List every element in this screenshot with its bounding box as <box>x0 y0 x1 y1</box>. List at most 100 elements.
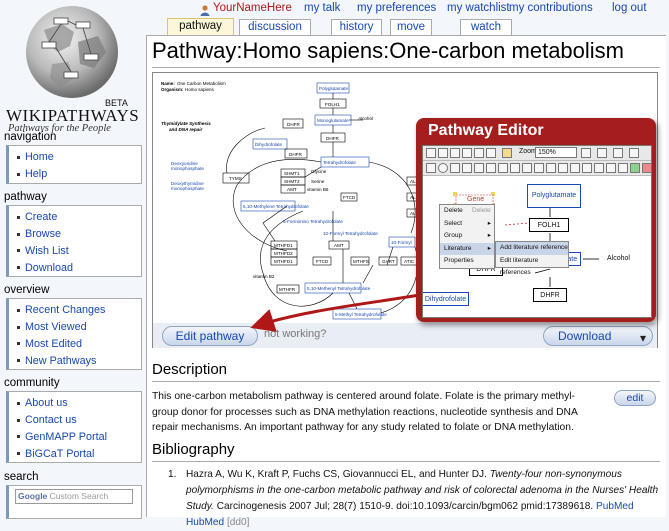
wikipathways-logo[interactable]: BETA WIKIPATHWAYS Pathways for the Peopl… <box>4 2 144 134</box>
tag-tool-icon[interactable] <box>606 163 616 173</box>
save-icon[interactable] <box>426 148 436 158</box>
personal-user-link[interactable]: YourNameHere <box>213 2 292 14</box>
cut-icon[interactable] <box>450 148 460 158</box>
rectangle-tool-icon[interactable] <box>426 163 436 173</box>
tab-pathway[interactable]: pathway <box>167 18 234 36</box>
sidebar-item-recent-changes[interactable]: Recent Changes <box>15 302 141 319</box>
sidebar-item-create[interactable]: Create <box>15 209 141 226</box>
pathway-tool-icon[interactable] <box>582 163 592 173</box>
ok-icon[interactable] <box>630 163 640 173</box>
ellipse-tool-icon[interactable] <box>438 163 448 173</box>
sidebar-item-download[interactable]: Download <box>15 259 141 276</box>
connector-tool-icon[interactable] <box>534 163 544 173</box>
pencil-icon[interactable] <box>502 148 512 158</box>
copy-icon[interactable] <box>462 148 472 158</box>
personal-log-out[interactable]: log out <box>612 2 647 14</box>
group-tool-icon[interactable] <box>594 163 604 173</box>
sync-icon[interactable] <box>618 163 628 173</box>
menu-item-add-literature[interactable]: Add literature reference <box>496 242 568 255</box>
tab-history[interactable]: history <box>331 19 382 35</box>
edit-pathway-button[interactable]: Edit pathway <box>162 326 258 346</box>
align-icon[interactable] <box>597 148 607 158</box>
sidebar-item-home[interactable]: Home <box>15 149 141 166</box>
sidebar-item-about-us[interactable]: About us <box>15 395 141 412</box>
sidebar-item-most-edited[interactable]: Most Edited <box>15 336 141 353</box>
pathway-editor-window: Zoom: 150% Gene Polyglutamate FOLH1 Alco… <box>422 145 652 318</box>
arrow-tool-icon[interactable] <box>462 163 472 173</box>
bibliography-tag: [dd0] <box>226 517 250 528</box>
line-tool-icon[interactable] <box>450 163 460 173</box>
cancel-icon[interactable] <box>642 163 651 173</box>
cell-tool-icon[interactable] <box>558 163 568 173</box>
mito-tool-icon[interactable] <box>570 163 580 173</box>
diagram-label-mthfd1-2: MTHFD1 <box>274 259 293 264</box>
sidebar-item-genmapp-portal[interactable]: GenMAPP Portal <box>15 429 141 446</box>
menu-item-delete[interactable]: Delete Delete <box>440 205 494 218</box>
editor-node-folh1[interactable]: FOLH1 <box>529 218 569 232</box>
shape-tool-icon[interactable] <box>522 163 532 173</box>
tab-move[interactable]: move <box>390 19 432 35</box>
sidebar-item-bigcat-portal[interactable]: BiGCaT Portal <box>15 445 141 462</box>
tab-watch[interactable]: watch <box>460 19 512 35</box>
hubmed-link[interactable]: HubMed <box>186 517 224 528</box>
fit-icon[interactable] <box>581 148 591 158</box>
brace-tool-icon[interactable] <box>474 163 484 173</box>
menu-item-literature[interactable]: Literature ▸ <box>440 242 494 255</box>
description-divider <box>152 381 660 382</box>
editor-gene-label[interactable]: Gene <box>467 196 484 203</box>
pathway-editor-title: Pathway Editor <box>428 122 544 139</box>
bibliography-heading: Bibliography <box>152 441 235 458</box>
context-menu: Delete Delete Select ▸ Group ▸ Literature ▸ … <box>439 204 495 269</box>
menu-item-group[interactable]: Group ▸ <box>440 230 494 243</box>
tab-discussion[interactable]: discussion <box>239 19 311 35</box>
download-button[interactable]: Download ▾ <box>543 326 653 346</box>
diagram-label-polyglutamate: Polyglutamate <box>319 86 349 91</box>
editor-node-dihydrofolate[interactable]: Dihydrofolate <box>423 292 469 306</box>
menu-item-edit-literature[interactable]: Edit literature references <box>496 255 568 277</box>
title-divider <box>152 67 660 68</box>
diagram-label-formimino: 5-Formimino Tetrahydrofolate <box>283 219 343 224</box>
search-portlet: Google Custom Search <box>6 485 142 519</box>
sidebar-item-help[interactable]: Help <box>15 166 141 183</box>
community-portlet: About us Contact us GenMAPP Portal BiGCa… <box>6 391 142 463</box>
zoom-select[interactable]: 150% <box>535 147 577 158</box>
diagram-label-mthfd2: MTHFD2 <box>274 251 293 256</box>
diagram-label-aminomethyl: AMT <box>334 243 344 248</box>
diagram-label-formyl: 10-Formyl Tetrahydrofolate <box>323 231 378 236</box>
sidebar-item-most-viewed[interactable]: Most Viewed <box>15 319 141 336</box>
personal-my-talk[interactable]: my talk <box>304 2 340 14</box>
paste-icon[interactable] <box>474 148 484 158</box>
pubmed-link[interactable]: PubMed <box>596 501 634 512</box>
sidebar-item-new-pathways[interactable]: New Pathways <box>15 352 141 369</box>
undo-icon[interactable] <box>486 148 496 158</box>
diagram-name-label: Name: <box>161 81 175 86</box>
user-icon <box>200 3 210 16</box>
polygon-tool-icon[interactable] <box>546 163 556 173</box>
sidebar-item-browse[interactable]: Browse <box>15 226 141 243</box>
menu-item-select[interactable]: Select ▸ <box>440 218 494 231</box>
open-icon[interactable] <box>438 148 448 158</box>
personal-my-contributions[interactable]: my contributions <box>509 2 593 14</box>
personal-my-preferences[interactable]: my preferences <box>357 2 436 14</box>
stack-icon[interactable] <box>613 148 623 158</box>
metabolite-tool-icon[interactable] <box>510 163 520 173</box>
diagram-label-amt: AMT <box>287 187 297 192</box>
bibliography-authors: Hazra A, Wu K, Kraft P, Fuchs CS, Giovan… <box>186 469 487 480</box>
diagram-label-dhfr: DHFR <box>326 136 339 141</box>
personal-my-watchlist[interactable]: my watchlist <box>447 2 510 14</box>
sidebar-item-wish-list[interactable]: Wish List <box>15 243 141 260</box>
editor-node-polyglutamate[interactable]: Polyglutamate <box>527 184 581 208</box>
layout-icon[interactable] <box>629 148 639 158</box>
edit-description-button[interactable]: edit <box>614 390 656 406</box>
diagram-label-dihydrofolate: Dihydrofolate <box>255 142 283 147</box>
diagram-name: One Carbon Metabolism <box>177 81 226 86</box>
editor-node-alcohol[interactable]: Alcohol <box>607 255 630 262</box>
search-input[interactable]: Google Custom Search <box>15 489 133 504</box>
gene-tool-icon[interactable] <box>498 163 508 173</box>
sidebar-item-contact-us[interactable]: Contact us <box>15 412 141 429</box>
label-tool-icon[interactable] <box>486 163 496 173</box>
diagram-label-methylene: 5,10-Methylene Tetrahydrofolate <box>243 204 309 209</box>
community-heading: community <box>4 377 60 389</box>
editor-node-dhfr-2[interactable]: DHFR <box>533 288 567 302</box>
menu-item-properties[interactable]: Properties <box>440 255 494 268</box>
